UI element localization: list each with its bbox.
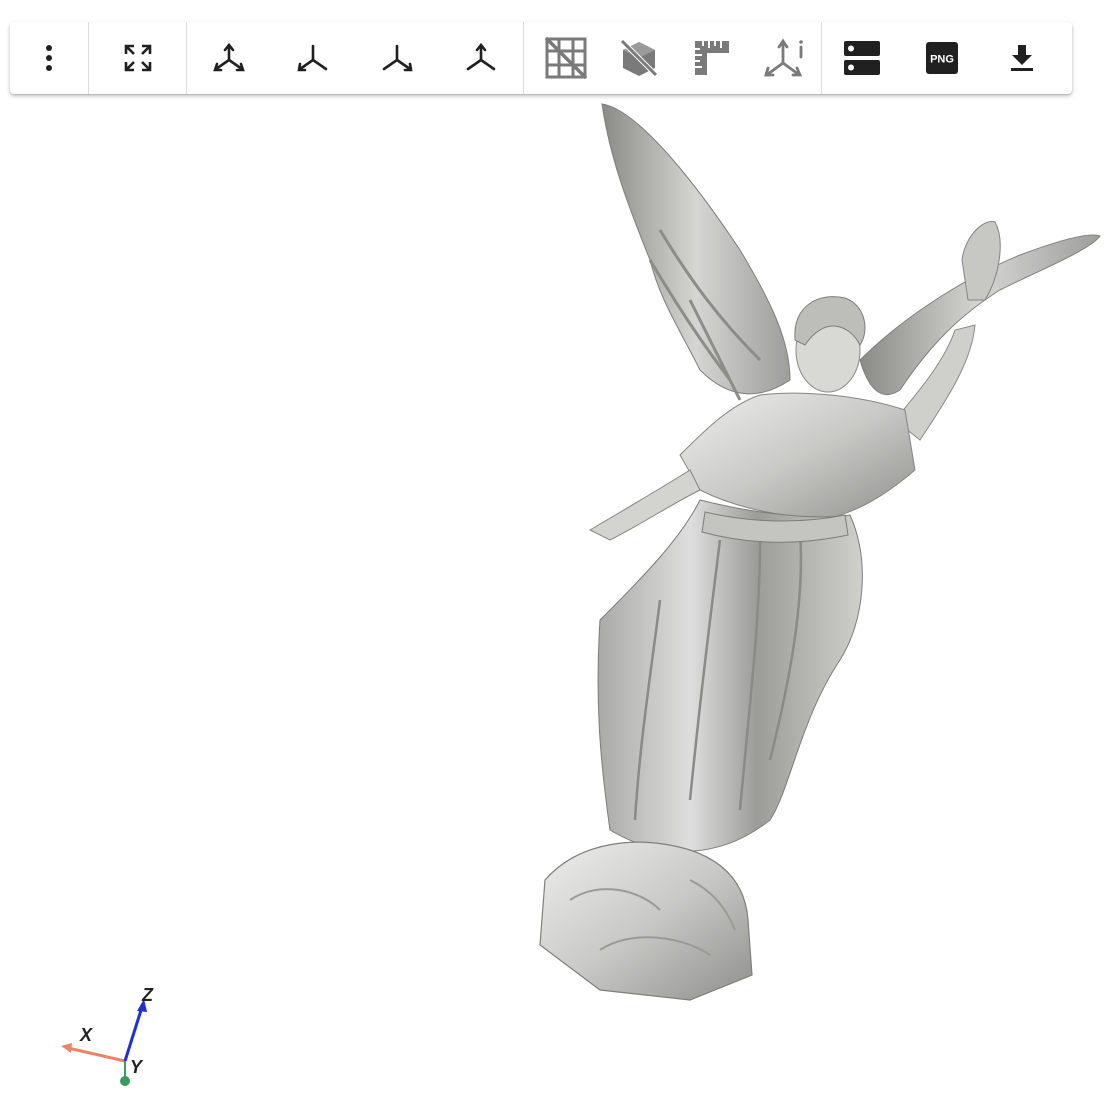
toolbar-group-menu <box>10 22 89 94</box>
fullscreen-icon <box>124 44 151 72</box>
x-axis-label: X <box>79 1025 93 1045</box>
statue-model[interactable] <box>539 103 1101 1001</box>
screenshot-png-button[interactable]: PNG <box>902 22 982 94</box>
download-icon <box>1011 45 1033 71</box>
view-z-button[interactable] <box>439 22 523 94</box>
axis-view-icon <box>297 44 328 72</box>
server-button[interactable] <box>822 22 902 94</box>
bounds-off-icon <box>619 39 658 77</box>
statue-torso <box>679 392 916 521</box>
png-icon: PNG <box>926 42 958 74</box>
scene-canvas[interactable] <box>0 0 1116 1102</box>
axis-view-icon <box>213 42 245 72</box>
axes-info-icon <box>763 38 803 77</box>
ruler-icon <box>694 41 729 75</box>
z-axis-arrow <box>123 1006 144 1062</box>
viewer-toolbar: PNG <box>10 22 1072 94</box>
x-axis-arrow <box>67 1046 126 1063</box>
toolbar-group-tools <box>524 22 822 94</box>
x-axis-arrowhead <box>61 1043 72 1053</box>
menu-button[interactable] <box>10 22 88 94</box>
z-axis-label: Z <box>141 985 154 1005</box>
render-viewport[interactable]: PNG X Z Y <box>0 0 1116 1102</box>
ruler-button[interactable] <box>675 22 748 94</box>
axis-view-icon <box>382 44 413 72</box>
view-y-button[interactable] <box>355 22 439 94</box>
more-vert-icon <box>46 45 52 71</box>
view-x-button[interactable] <box>271 22 355 94</box>
orientation-axes-widget: X Z Y <box>61 985 154 1086</box>
png-label: PNG <box>930 54 954 66</box>
server-icon <box>844 41 880 75</box>
axes-info-button[interactable] <box>748 22 821 94</box>
download-button[interactable] <box>982 22 1062 94</box>
toggle-grid-button[interactable] <box>529 22 602 94</box>
y-axis-marker <box>120 1076 130 1086</box>
fullscreen-button[interactable] <box>89 22 186 94</box>
view-reset-button[interactable] <box>187 22 271 94</box>
y-axis-label: Y <box>130 1057 144 1077</box>
statue-wing-left <box>601 103 791 395</box>
toolbar-group-output: PNG <box>822 22 1062 94</box>
toolbar-group-views <box>187 22 524 94</box>
axis-view-icon <box>466 42 496 71</box>
statue-base <box>539 841 753 1001</box>
grid-off-icon <box>544 36 587 80</box>
toolbar-group-fullscreen <box>89 22 187 94</box>
toggle-bounds-button[interactable] <box>602 22 675 94</box>
